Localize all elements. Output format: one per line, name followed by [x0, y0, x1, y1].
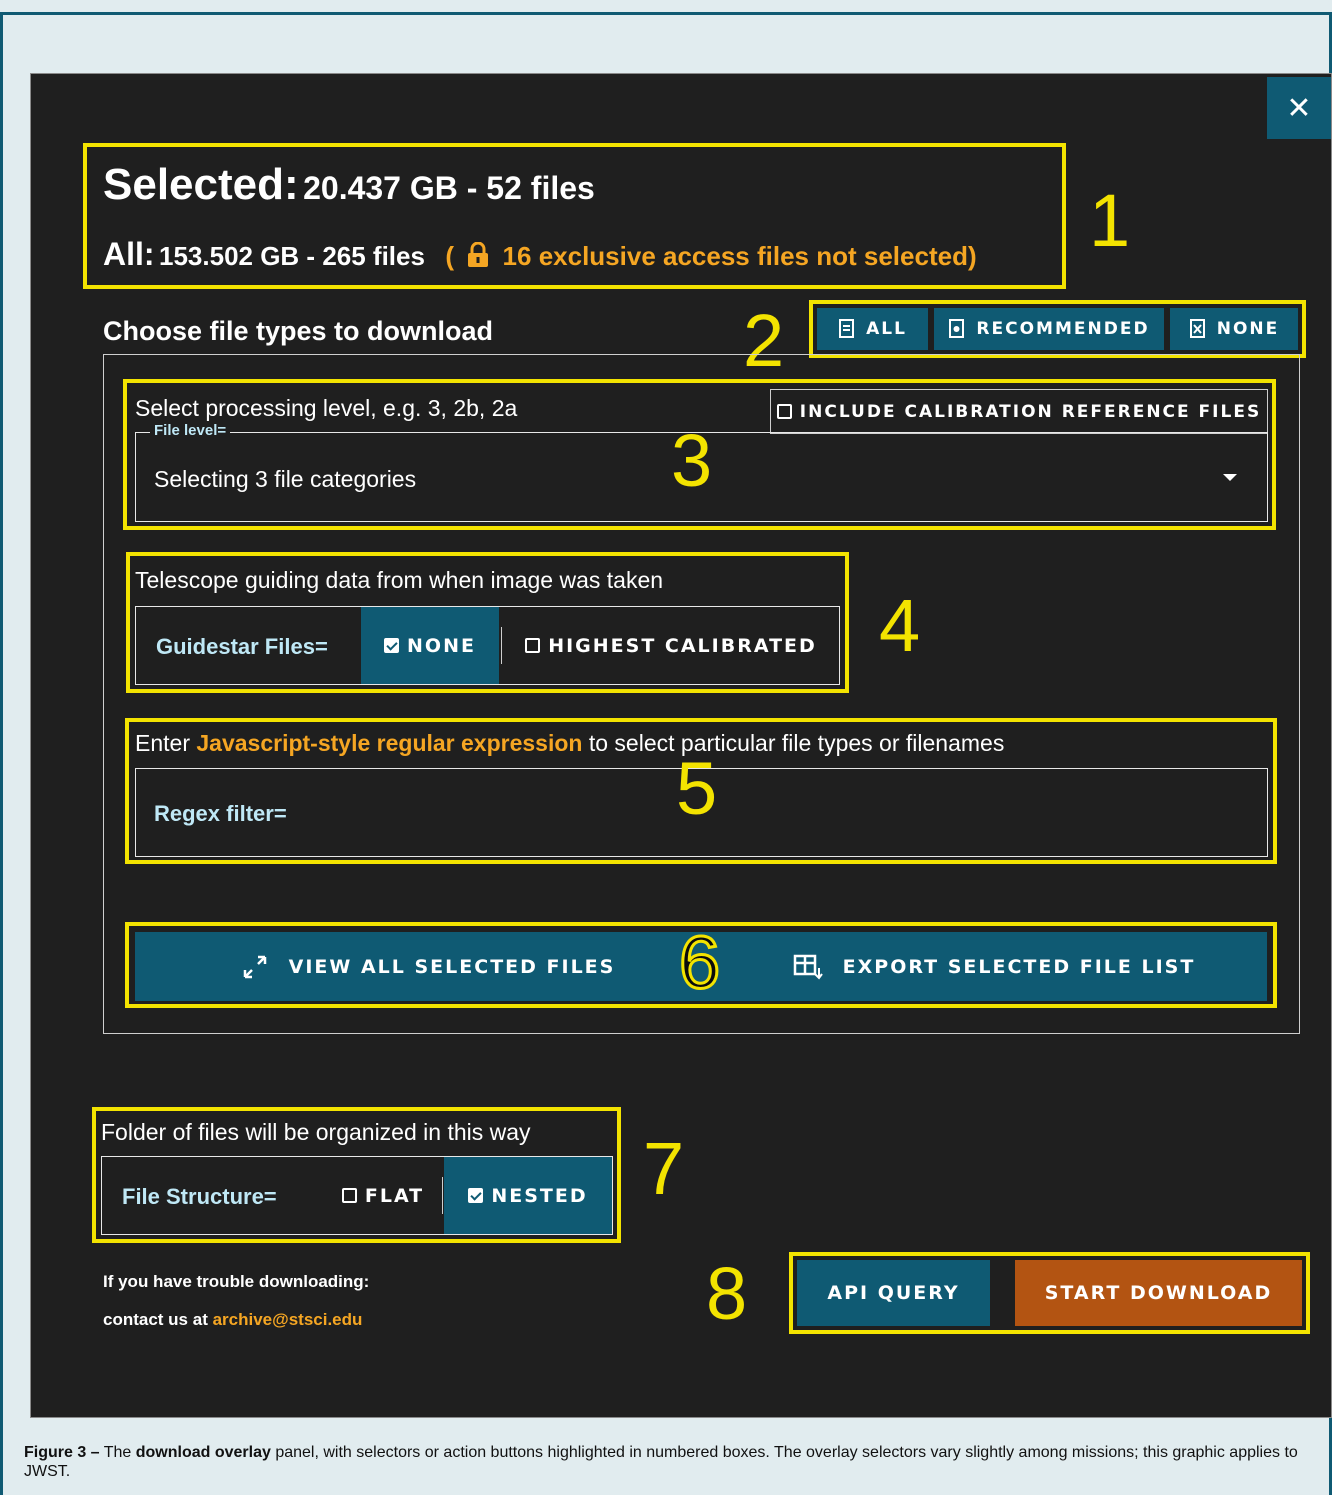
structure-nested-option[interactable]: NESTED — [444, 1157, 612, 1234]
structure-nested-checkbox — [468, 1188, 484, 1203]
all-label: All: — [103, 236, 155, 272]
structure-label: File Structure= — [122, 1184, 277, 1209]
recommended-types-label: RECOMMENDED — [976, 319, 1150, 339]
dropdown-arrow-icon — [1223, 474, 1237, 481]
none-types-label: NONE — [1216, 319, 1280, 339]
annotation-5: 5 — [676, 747, 718, 830]
guidestar-none-option[interactable]: NONE — [361, 607, 499, 684]
view-all-selected-label: VIEW ALL SELECTED FILES — [288, 955, 616, 978]
annotation-3: 3 — [671, 419, 713, 502]
file-types-heading: Choose file types to download — [103, 316, 494, 346]
selected-summary: Selected: 20.437 GB - 52 files — [103, 160, 595, 210]
guidestar-none-checkbox — [384, 638, 400, 653]
support-email-link[interactable]: archive@stsci.edu — [213, 1310, 363, 1329]
structure-selector: File Structure= FLAT NESTED — [101, 1156, 613, 1235]
regex-filter-label: Regex filter= — [154, 801, 287, 826]
guidestar-selector: Guidestar Files= NONE HIGHEST CALIBRATED — [135, 606, 840, 685]
guidestar-highest-option[interactable]: HIGHEST CALIBRATED — [503, 607, 839, 684]
recommended-document-icon — [949, 319, 965, 338]
structure-flat-option[interactable]: FLAT — [324, 1157, 442, 1234]
close-icon: ✕ — [1286, 90, 1312, 126]
all-value: 153.502 GB - 265 files — [159, 241, 425, 271]
guidestar-highest-checkbox — [525, 638, 541, 653]
structure-nested-label: NESTED — [491, 1184, 588, 1207]
annotation-7: 7 — [643, 1127, 685, 1210]
excluded-document-icon — [1189, 319, 1205, 338]
guidestar-divider — [501, 627, 502, 664]
annotation-8: 8 — [706, 1252, 748, 1335]
structure-description: Folder of files will be organized in thi… — [101, 1119, 531, 1145]
guidestar-description: Telescope guiding data from when image w… — [135, 567, 664, 593]
none-types-button[interactable]: NONE — [1170, 308, 1298, 350]
export-file-list-label: EXPORT SELECTED FILE LIST — [842, 955, 1196, 978]
recommended-types-button[interactable]: RECOMMENDED — [934, 308, 1164, 350]
download-overlay: ✕ Selected: 20.437 GB - 52 files All: 15… — [30, 73, 1332, 1418]
figure-caption: Figure 3 – The download overlay panel, w… — [24, 1444, 1298, 1480]
start-download-label: START DOWNLOAD — [1044, 1282, 1273, 1304]
processing-description: Select processing level, e.g. 3, 2b, 2a — [135, 395, 518, 421]
start-download-button[interactable]: START DOWNLOAD — [1015, 1260, 1302, 1326]
guidestar-label: Guidestar Files= — [156, 634, 328, 659]
annotation-1: 1 — [1089, 179, 1131, 262]
view-all-selected-button[interactable]: VIEW ALL SELECTED FILES — [135, 932, 721, 1001]
help-line-2: contact us at archive@stsci.edu — [103, 1310, 363, 1329]
export-file-list-button[interactable]: EXPORT SELECTED FILE LIST — [721, 932, 1267, 1001]
file-level-legend: File level= — [150, 422, 231, 439]
all-types-button[interactable]: ALL — [817, 308, 928, 350]
structure-flat-checkbox — [341, 1188, 357, 1203]
exclusive-note: ( 16 exclusive access files not selected… — [445, 241, 977, 271]
file-level-value: Selecting 3 file categories — [154, 466, 417, 492]
annotation-6: 6 — [677, 921, 721, 1004]
guidestar-highest-label: HIGHEST CALIBRATED — [548, 634, 817, 657]
calibration-checkbox[interactable]: INCLUDE CALIBRATION REFERENCE FILES — [770, 389, 1268, 434]
table-export-icon — [793, 954, 823, 980]
calibration-checkbox-label: INCLUDE CALIBRATION REFERENCE FILES — [799, 401, 1262, 422]
regex-description: Enter Javascript-style regular expressio… — [135, 730, 1005, 756]
close-button[interactable]: ✕ — [1267, 77, 1331, 139]
document-icon — [839, 319, 855, 338]
api-query-button[interactable]: API QUERY — [797, 1260, 990, 1326]
selected-value: 20.437 GB - 52 files — [303, 170, 595, 206]
expand-icon — [243, 955, 266, 978]
help-line-1: If you have trouble downloading: — [103, 1272, 370, 1291]
all-summary: All: 153.502 GB - 265 files ( 16 exclusi… — [103, 236, 977, 273]
annotation-4: 4 — [879, 584, 921, 667]
guidestar-none-label: NONE — [407, 634, 476, 657]
figure-number: Figure 3 – — [24, 1444, 100, 1461]
regex-help-link[interactable]: Javascript-style regular expression — [196, 730, 582, 756]
structure-flat-label: FLAT — [364, 1184, 425, 1207]
structure-divider — [442, 1177, 443, 1214]
calibration-checkbox-box — [776, 404, 792, 419]
api-query-label: API QUERY — [827, 1282, 960, 1304]
caption-emphasis: download overlay — [135, 1444, 271, 1461]
all-types-label: ALL — [866, 319, 907, 339]
lock-icon — [468, 241, 489, 267]
selected-label: Selected: — [103, 160, 299, 209]
